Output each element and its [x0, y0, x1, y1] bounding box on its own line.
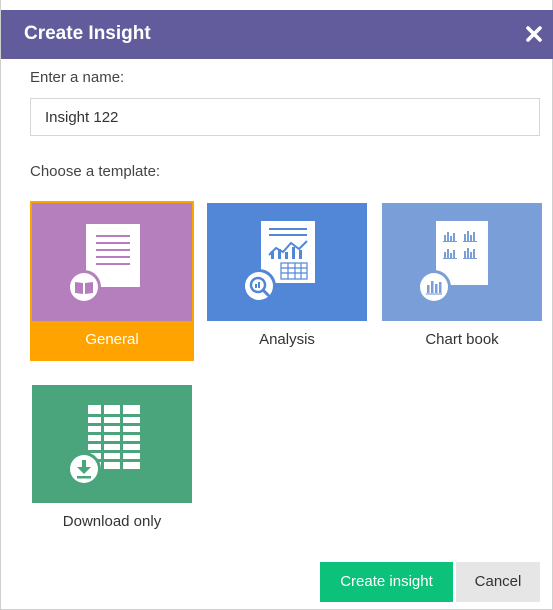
create-insight-dialog: Create Insight Enter a name: Choose a te…	[0, 0, 553, 610]
name-label: Enter a name:	[30, 69, 125, 86]
template-analysis[interactable]: Analysis	[207, 203, 367, 359]
template-download-only-tile	[32, 385, 192, 503]
template-chart-book[interactable]: Chart book	[382, 203, 542, 359]
template-general[interactable]: General	[30, 201, 194, 361]
template-general-tile	[32, 203, 192, 321]
template-download-only[interactable]: Download only	[32, 385, 192, 541]
template-analysis-label: Analysis	[259, 331, 315, 348]
name-input[interactable]	[30, 98, 540, 136]
template-general-label: General	[32, 321, 192, 359]
template-download-only-label: Download only	[62, 513, 162, 530]
report-magnifier-icon	[242, 221, 315, 303]
close-icon	[526, 26, 542, 42]
template-chart-book-tile	[382, 203, 542, 321]
dialog-title: Create Insight	[24, 23, 151, 44]
cancel-button[interactable]: Cancel	[456, 562, 540, 602]
template-chart-book-label: Chart book	[425, 331, 499, 348]
template-analysis-tile	[207, 203, 367, 321]
create-insight-button[interactable]: Create insight	[320, 562, 453, 602]
document-book-icon	[67, 224, 140, 304]
dialog-titlebar: Create Insight	[1, 10, 553, 59]
chart-book-icon	[417, 221, 488, 304]
spreadsheet-download-icon	[67, 405, 140, 486]
template-label: Choose a template:	[30, 163, 161, 180]
close-button[interactable]	[520, 20, 548, 48]
